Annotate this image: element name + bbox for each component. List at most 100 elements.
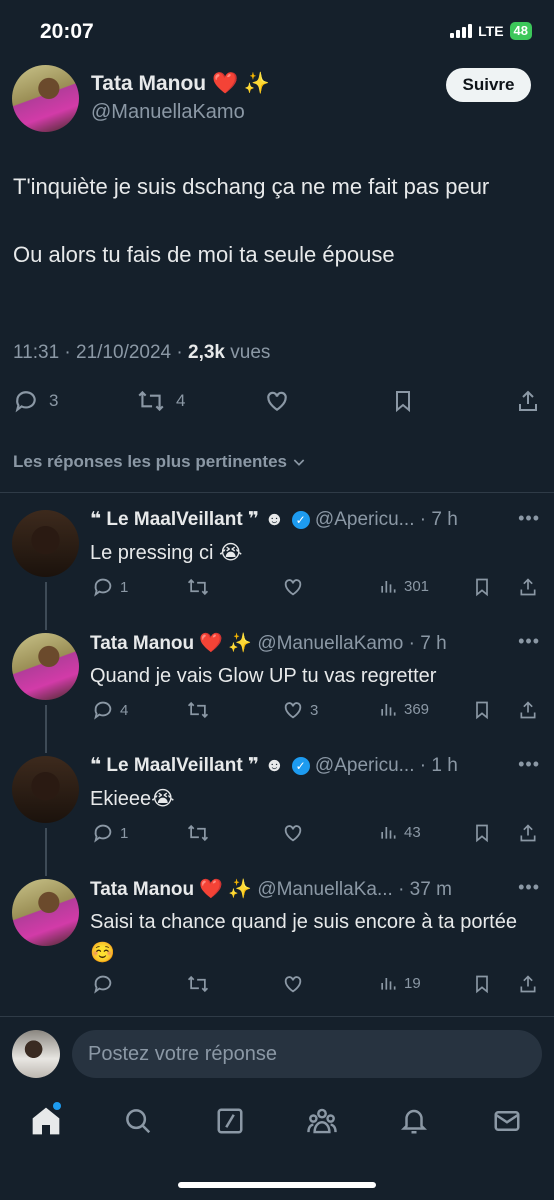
share-button[interactable] bbox=[518, 576, 538, 598]
like-button[interactable] bbox=[282, 576, 310, 598]
tab-communities[interactable] bbox=[305, 1104, 339, 1138]
bookmark-button[interactable] bbox=[391, 388, 415, 414]
reply-tweet[interactable]: ❝ Le MaalVeillant ❞ ☻ ✓ @Apericu... · 1 … bbox=[0, 754, 554, 854]
tab-notifications[interactable] bbox=[397, 1104, 431, 1138]
reply-actions: 4 3 369 bbox=[90, 699, 550, 723]
views-button[interactable]: 43 bbox=[378, 822, 421, 842]
heart-icon bbox=[284, 976, 302, 993]
reply-input[interactable]: Postez votre réponse bbox=[72, 1030, 542, 1078]
tab-grok[interactable] bbox=[213, 1104, 247, 1138]
avatar[interactable] bbox=[12, 756, 79, 823]
share-icon bbox=[519, 390, 537, 411]
reply-text: Ekieee😭 bbox=[90, 788, 175, 810]
search-icon bbox=[126, 1109, 151, 1134]
like-button[interactable] bbox=[282, 822, 310, 844]
reply-author-name[interactable]: ❝ Le MaalVeillant ❞ ☻ bbox=[90, 509, 284, 530]
avatar[interactable] bbox=[12, 510, 79, 577]
reply-author-handle[interactable]: @ManuellaKa... bbox=[257, 879, 392, 900]
more-options-icon[interactable]: ••• bbox=[518, 631, 540, 652]
like-button[interactable] bbox=[282, 973, 310, 995]
reply-icon bbox=[94, 824, 112, 843]
reply-time: · 37 m bbox=[398, 879, 452, 900]
bookmark-button[interactable] bbox=[472, 822, 492, 844]
repost-icon bbox=[187, 701, 209, 719]
heart-icon bbox=[284, 825, 302, 842]
tweet-timestamp[interactable]: 11:31 · 21/10/2024 · bbox=[13, 342, 188, 363]
bookmark-button[interactable] bbox=[472, 576, 492, 598]
battery-icon: 48 bbox=[509, 22, 532, 40]
status-time: 20:07 bbox=[40, 20, 94, 43]
share-icon bbox=[520, 578, 536, 596]
repost-button[interactable] bbox=[186, 973, 210, 995]
grok-icon bbox=[217, 1108, 243, 1134]
heart-icon bbox=[284, 579, 302, 596]
share-button[interactable] bbox=[518, 973, 538, 995]
signal-icon bbox=[450, 24, 473, 38]
reply-button[interactable]: 4 bbox=[92, 699, 128, 721]
reply-icon bbox=[94, 701, 112, 720]
like-button[interactable] bbox=[264, 388, 290, 414]
tweet-meta: 11:31 · 21/10/2024 · 2,3k vues bbox=[13, 342, 270, 364]
repost-button[interactable]: 4 bbox=[136, 388, 185, 414]
reply-author-name[interactable]: Tata Manou ❤️ ✨ bbox=[90, 879, 252, 900]
tweet-actions: 3 4 bbox=[0, 388, 554, 418]
reply-button[interactable]: 3 bbox=[13, 388, 58, 414]
share-button[interactable] bbox=[518, 699, 538, 721]
reply-author-handle[interactable]: @Apericu... bbox=[315, 509, 415, 530]
reply-tweet[interactable]: ❝ Le MaalVeillant ❞ ☻ ✓ @Apericu... · 7 … bbox=[0, 508, 554, 608]
avatar[interactable] bbox=[12, 633, 79, 700]
avatar[interactable] bbox=[12, 1030, 60, 1078]
reply-header: Tata Manou ❤️ ✨ @ManuellaKa... · 37 m bbox=[90, 877, 550, 901]
analytics-icon bbox=[381, 978, 396, 990]
share-button[interactable] bbox=[516, 388, 540, 414]
tab-messages[interactable] bbox=[490, 1104, 524, 1138]
reply-header: ❝ Le MaalVeillant ❞ ☻ ✓ @Apericu... · 7 … bbox=[90, 508, 550, 531]
repost-button[interactable] bbox=[186, 576, 210, 598]
reply-tweet[interactable]: Tata Manou ❤️ ✨ @ManuellaKa... · 37 m ••… bbox=[0, 877, 554, 1007]
reply-icon bbox=[94, 975, 112, 994]
reply-header: Tata Manou ❤️ ✨ @ManuellaKamo · 7 h bbox=[90, 631, 550, 655]
reply-tweet[interactable]: Tata Manou ❤️ ✨ @ManuellaKamo · 7 h ••• … bbox=[0, 631, 554, 731]
repost-button[interactable] bbox=[186, 699, 210, 721]
views-button[interactable]: 369 bbox=[378, 699, 429, 719]
reply-count: 4 bbox=[120, 701, 129, 719]
reply-button[interactable] bbox=[92, 973, 120, 995]
heart-icon bbox=[267, 391, 287, 411]
more-options-icon[interactable]: ••• bbox=[518, 877, 540, 898]
views-label: vues bbox=[224, 342, 271, 363]
follow-button[interactable]: Suivre bbox=[446, 68, 531, 102]
reply-author-handle[interactable]: @Apericu... bbox=[315, 755, 415, 776]
reply-time: · 7 h bbox=[408, 633, 447, 654]
reply-text: Saisi ta chance quand je suis encore à t… bbox=[90, 911, 517, 964]
reply-author-name[interactable]: Tata Manou ❤️ ✨ bbox=[90, 633, 252, 654]
reply-author-name[interactable]: ❝ Le MaalVeillant ❞ ☻ bbox=[90, 755, 284, 776]
reply-text: Le pressing ci 😭 bbox=[90, 542, 243, 564]
more-options-icon[interactable]: ••• bbox=[518, 754, 540, 775]
messages-icon bbox=[494, 1111, 520, 1131]
author-name[interactable]: Tata Manou ❤️ ✨ bbox=[91, 72, 270, 96]
repost-button[interactable] bbox=[186, 822, 210, 844]
bookmark-button[interactable] bbox=[472, 699, 492, 721]
views-button[interactable]: 301 bbox=[378, 576, 429, 596]
more-options-icon[interactable]: ••• bbox=[518, 508, 540, 529]
divider bbox=[0, 1016, 554, 1017]
reply-actions: 1 43 bbox=[90, 822, 550, 846]
communities-icon bbox=[307, 1108, 337, 1134]
reply-button[interactable]: 1 bbox=[92, 576, 128, 598]
tab-search[interactable] bbox=[121, 1104, 155, 1138]
tweet-text-line: Ou alors tu fais de moi ta seule épouse bbox=[13, 242, 395, 267]
reply-actions: 1 301 bbox=[90, 576, 550, 600]
reply-author-handle[interactable]: @ManuellaKamo bbox=[257, 633, 403, 654]
like-button[interactable]: 3 bbox=[282, 699, 318, 721]
views-button[interactable]: 19 bbox=[378, 973, 421, 993]
share-button[interactable] bbox=[518, 822, 538, 844]
views-count: 19 bbox=[404, 974, 421, 992]
avatar[interactable] bbox=[12, 879, 79, 946]
heart-icon bbox=[284, 702, 302, 719]
bookmark-button[interactable] bbox=[472, 973, 492, 995]
reply-button[interactable]: 1 bbox=[92, 822, 128, 844]
home-indicator[interactable] bbox=[178, 1182, 376, 1188]
author-handle[interactable]: @ManuellaKamo bbox=[91, 101, 245, 124]
avatar[interactable] bbox=[12, 65, 79, 132]
sort-replies-dropdown[interactable]: Les réponses les plus pertinentes bbox=[13, 452, 307, 472]
